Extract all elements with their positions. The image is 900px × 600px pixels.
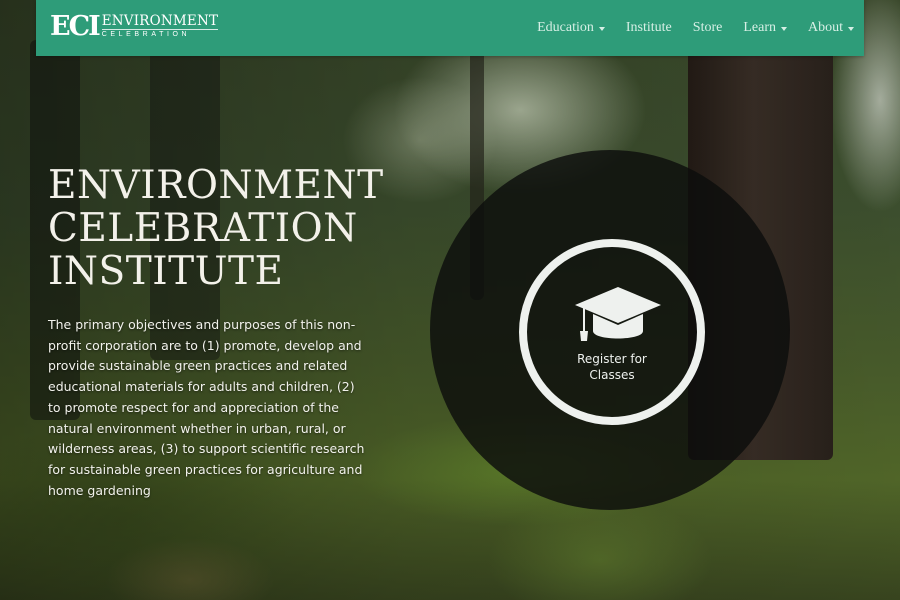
logo-mark: ECI: [50, 11, 101, 42]
nav-item-store[interactable]: Store: [693, 20, 723, 36]
hero-title-line: ENVIRONMENT: [48, 163, 384, 208]
logo-wordmark: ENVIRONMENT CELEBRATION: [101, 13, 219, 40]
nav-item-label: Institute: [625, 20, 672, 35]
hero-title-line: INSTITUTE: [48, 249, 284, 294]
hero-description: The primary objectives and purposes of t…: [48, 317, 365, 498]
nav-item-about[interactable]: About: [808, 20, 854, 36]
caret-down-icon: [598, 26, 605, 31]
nav-item-learn[interactable]: Learn: [743, 20, 787, 36]
nav-item-institute[interactable]: Institute: [626, 20, 672, 36]
nav-item-label: Education: [537, 20, 594, 35]
caret-down-icon: [781, 26, 787, 31]
nav-item-label: About: [808, 20, 843, 35]
cta-label-line: Register for: [577, 352, 647, 366]
logo-line-1: ENVIRONMENT: [101, 13, 219, 30]
cta-label-line: Classes: [589, 368, 635, 382]
nav-item-education[interactable]: Education: [537, 20, 605, 36]
nav-item-label: Learn: [743, 20, 776, 35]
nav-item-label: Store: [692, 20, 723, 35]
site-logo[interactable]: ECI ENVIRONMENT CELEBRATION: [50, 11, 219, 42]
hero-title: ENVIRONMENT CELEBRATION INSTITUTE: [48, 164, 408, 293]
cta-label: Register for Classes: [527, 351, 697, 383]
top-navbar: ECI ENVIRONMENT CELEBRATION Education In…: [36, 0, 864, 56]
logo-line-2: CELEBRATION: [101, 31, 191, 38]
caret-down-icon: [848, 26, 854, 31]
graduation-cap-icon: [575, 287, 661, 341]
hero-title-line: CELEBRATION: [48, 206, 358, 251]
register-for-classes-button[interactable]: Register for Classes: [519, 239, 705, 425]
main-nav: Education Institute Store Learn About: [516, 0, 854, 56]
